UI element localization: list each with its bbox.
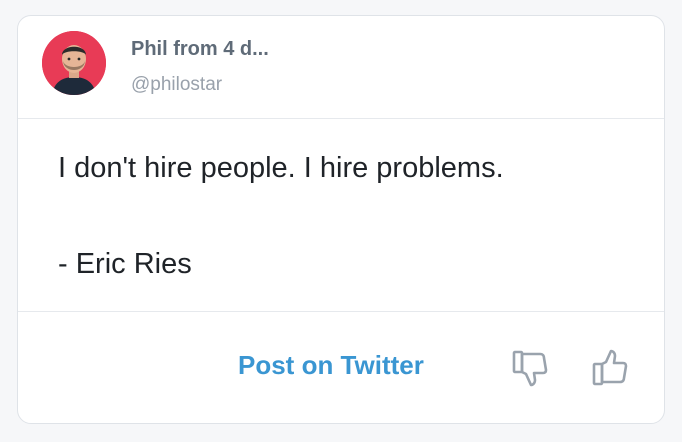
quote-text: I don't hire people. I hire problems. bbox=[58, 152, 504, 184]
quote-attribution: - Eric Ries bbox=[58, 248, 192, 280]
quote-body: I don't hire people. I hire problems. - … bbox=[18, 118, 664, 312]
avatar-image bbox=[42, 31, 106, 95]
thumbs-up-icon[interactable] bbox=[588, 346, 632, 390]
card-header: Phil from 4 d... @philostar bbox=[18, 16, 664, 119]
thumbs-down-icon[interactable] bbox=[508, 346, 552, 390]
quote-card: Phil from 4 d... @philostar I don't hire… bbox=[17, 15, 665, 424]
avatar[interactable] bbox=[42, 31, 106, 95]
author-name: Phil from 4 d... bbox=[131, 38, 269, 60]
card-footer: Post on Twitter bbox=[18, 312, 664, 423]
author-handle: @philostar bbox=[131, 74, 223, 95]
post-on-twitter-button[interactable]: Post on Twitter bbox=[238, 350, 424, 381]
